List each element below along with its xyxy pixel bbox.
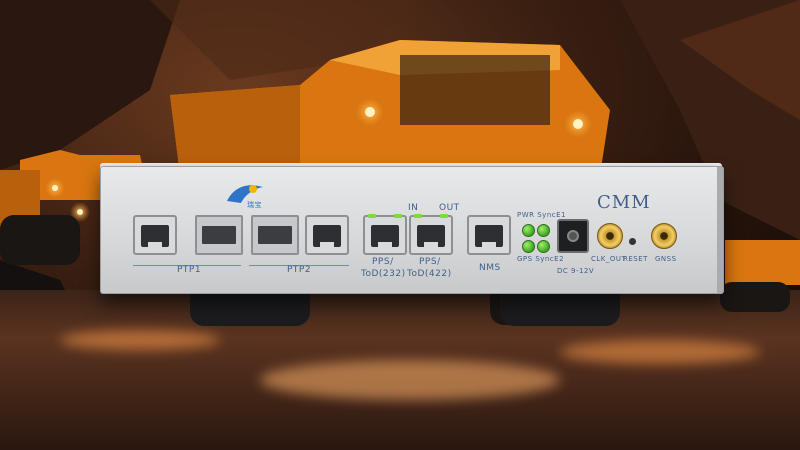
dc-label: DC 9-12V (557, 267, 595, 275)
link-led (368, 214, 376, 218)
link-led (440, 214, 448, 218)
pwr-led (522, 224, 535, 237)
device-foot (190, 292, 310, 326)
out-label: OUT (439, 203, 460, 213)
device-foot (500, 292, 620, 326)
link-led (394, 214, 402, 218)
ptp1-rj45-port[interactable] (133, 215, 177, 255)
led-label-top: PWR SyncE1 (517, 211, 566, 219)
pps-232-label-2: ToD(232) (361, 269, 406, 279)
model-name: CMM (597, 192, 651, 213)
pps-422-label-2: ToD(422) (407, 269, 452, 279)
pps-232-label-1: PPS/ (372, 257, 394, 267)
ptp2-label: PTP2 (287, 265, 312, 275)
gps-led (522, 240, 535, 253)
dc-power-jack[interactable] (557, 219, 589, 253)
synce2-led (537, 240, 550, 253)
gnss-connector[interactable] (651, 223, 677, 249)
reset-label: RESET (623, 255, 648, 263)
device-side-edge (717, 167, 723, 293)
ptp2-rj45-port[interactable] (305, 215, 349, 255)
nms-label: NMS (479, 263, 501, 273)
in-label: IN (408, 203, 419, 213)
synce1-led (537, 224, 550, 237)
link-led (414, 214, 422, 218)
nms-port[interactable] (467, 215, 511, 255)
pps-tod-232-port[interactable] (363, 214, 407, 255)
cmm-device-panel: 瑞宝 CMM PTP1 PTP2 IN OUT PPS/ ToD(232) PP… (100, 166, 724, 294)
clk-out-label: CLK_OUT (591, 255, 627, 263)
ptp1-label: PTP1 (177, 265, 202, 275)
gnss-label: GNSS (655, 255, 677, 263)
hero-scene: 瑞宝 CMM PTP1 PTP2 IN OUT PPS/ ToD(232) PP… (0, 0, 800, 450)
pps-tod-422-port[interactable] (409, 214, 453, 255)
pps-422-label-1: PPS/ (419, 257, 441, 267)
led-label-bottom: GPS SyncE2 (517, 255, 565, 263)
clk-out-connector[interactable] (597, 223, 623, 249)
reset-button[interactable] (629, 238, 636, 245)
brand-text: 瑞宝 (247, 201, 262, 209)
ptp1-sfp-port[interactable] (195, 215, 243, 255)
ptp2-sfp-port[interactable] (251, 215, 299, 255)
